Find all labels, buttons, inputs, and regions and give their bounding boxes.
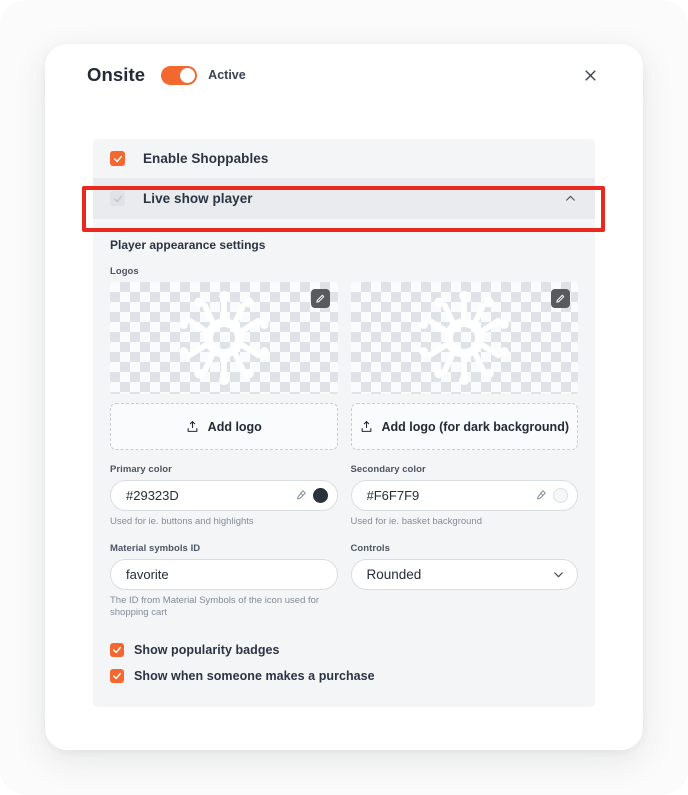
row-show-purchase-notification[interactable]: Show when someone makes a purchase [110,663,578,689]
onsite-settings-modal: Onsite Active Enable Shoppables Live sho… [45,44,643,750]
checkbox-enable-shoppables[interactable] [110,151,125,166]
page-shell: Onsite Active Enable Shoppables Live sho… [0,0,688,795]
row-enable-shoppables[interactable]: Enable Shoppables [93,139,595,178]
section-title-player-appearance: Player appearance settings [110,238,266,252]
checkbox-show-popularity-badges[interactable] [110,642,124,657]
secondary-color-group: Secondary color #F6F7F9 Used for ie. bas… [350,450,578,529]
secondary-color-input[interactable]: #F6F7F9 [350,480,578,511]
add-logo-row: Add logo Add logo (for dark background) [110,403,578,450]
label-show-purchase-notification: Show when someone makes a purchase [134,668,375,683]
row-live-show-player[interactable]: Live show player [93,178,595,219]
label-controls: Controls [350,542,390,554]
player-appearance-section: Player appearance settings Logos Add log… [93,238,595,620]
row-show-popularity-badges[interactable]: Show popularity badges [110,637,578,663]
onsite-active-toggle[interactable] [161,65,198,85]
logo-preview-row [110,282,578,394]
toggle-knob [180,67,196,83]
label-material-symbols-id: Material symbols ID [110,542,201,554]
settings-panel: Enable Shoppables Live show player Playe… [93,139,595,707]
upload-icon [187,421,198,432]
label-show-popularity-badges: Show popularity badges [134,642,280,657]
modal-header: Onsite Active [45,44,643,106]
add-logo-button-label: Add logo [207,419,262,434]
controls-select[interactable]: Rounded [350,558,578,590]
pencil-icon-dark[interactable] [551,289,570,308]
toggle-state-label: Active [208,68,246,82]
label-enable-shoppables: Enable Shoppables [143,151,269,166]
help-secondary-color: Used for ie. basket background [350,516,483,527]
page-title: Onsite [87,64,146,85]
label-live-show-player: Live show player [143,191,253,206]
material-symbols-id-input[interactable]: favorite [110,558,338,590]
checkbox-live-show-player[interactable] [110,191,125,206]
help-primary-color: Used for ie. buttons and highlights [110,516,254,527]
logo-preview-light[interactable] [110,282,338,394]
colors-row: Primary color #29323D Used for ie. butto… [110,450,578,529]
help-material-symbols-id: The ID from Material Symbols of the icon… [110,594,320,619]
label-logos: Logos [110,266,139,277]
add-logo-dark-button-label: Add logo (for dark background) [381,419,570,434]
pencil-icon-light[interactable] [310,289,330,308]
primary-color-group: Primary color #29323D Used for ie. butto… [110,450,338,529]
controls-group: Controls Rounded [350,529,578,620]
secondary-color-value: #F6F7F9 [366,488,420,503]
add-logo-dark-button[interactable]: Add logo (for dark background) [350,403,578,450]
material-symbols-group: Material symbols ID favorite The ID from… [110,529,338,620]
primary-color-swatch[interactable] [312,488,328,503]
chevron-down-icon[interactable] [552,568,565,581]
chevron-up-icon[interactable] [564,192,577,205]
bottom-checkbox-group: Show popularity badges Show when someone… [93,637,595,689]
controls-selected-value: Rounded [366,566,422,582]
secondary-color-swatch[interactable] [553,488,568,503]
material-symbols-id-value: favorite [126,566,169,582]
close-icon[interactable] [577,62,603,88]
logo-preview-dark[interactable] [350,282,578,394]
label-primary-color: Primary color [110,464,172,475]
upload-icon-dark [361,421,371,432]
starburst-logo-dark-icon [419,290,509,386]
eyedropper-icon-primary[interactable] [293,489,307,503]
label-secondary-color: Secondary color [350,464,426,475]
starburst-logo-icon [179,290,269,386]
checkbox-show-purchase-notification[interactable] [110,668,124,683]
primary-color-input[interactable]: #29323D [110,480,338,511]
symbols-controls-row: Material symbols ID favorite The ID from… [110,529,578,620]
add-logo-button[interactable]: Add logo [110,403,338,450]
eyedropper-icon-secondary[interactable] [533,489,547,503]
primary-color-value: #29323D [126,488,179,503]
